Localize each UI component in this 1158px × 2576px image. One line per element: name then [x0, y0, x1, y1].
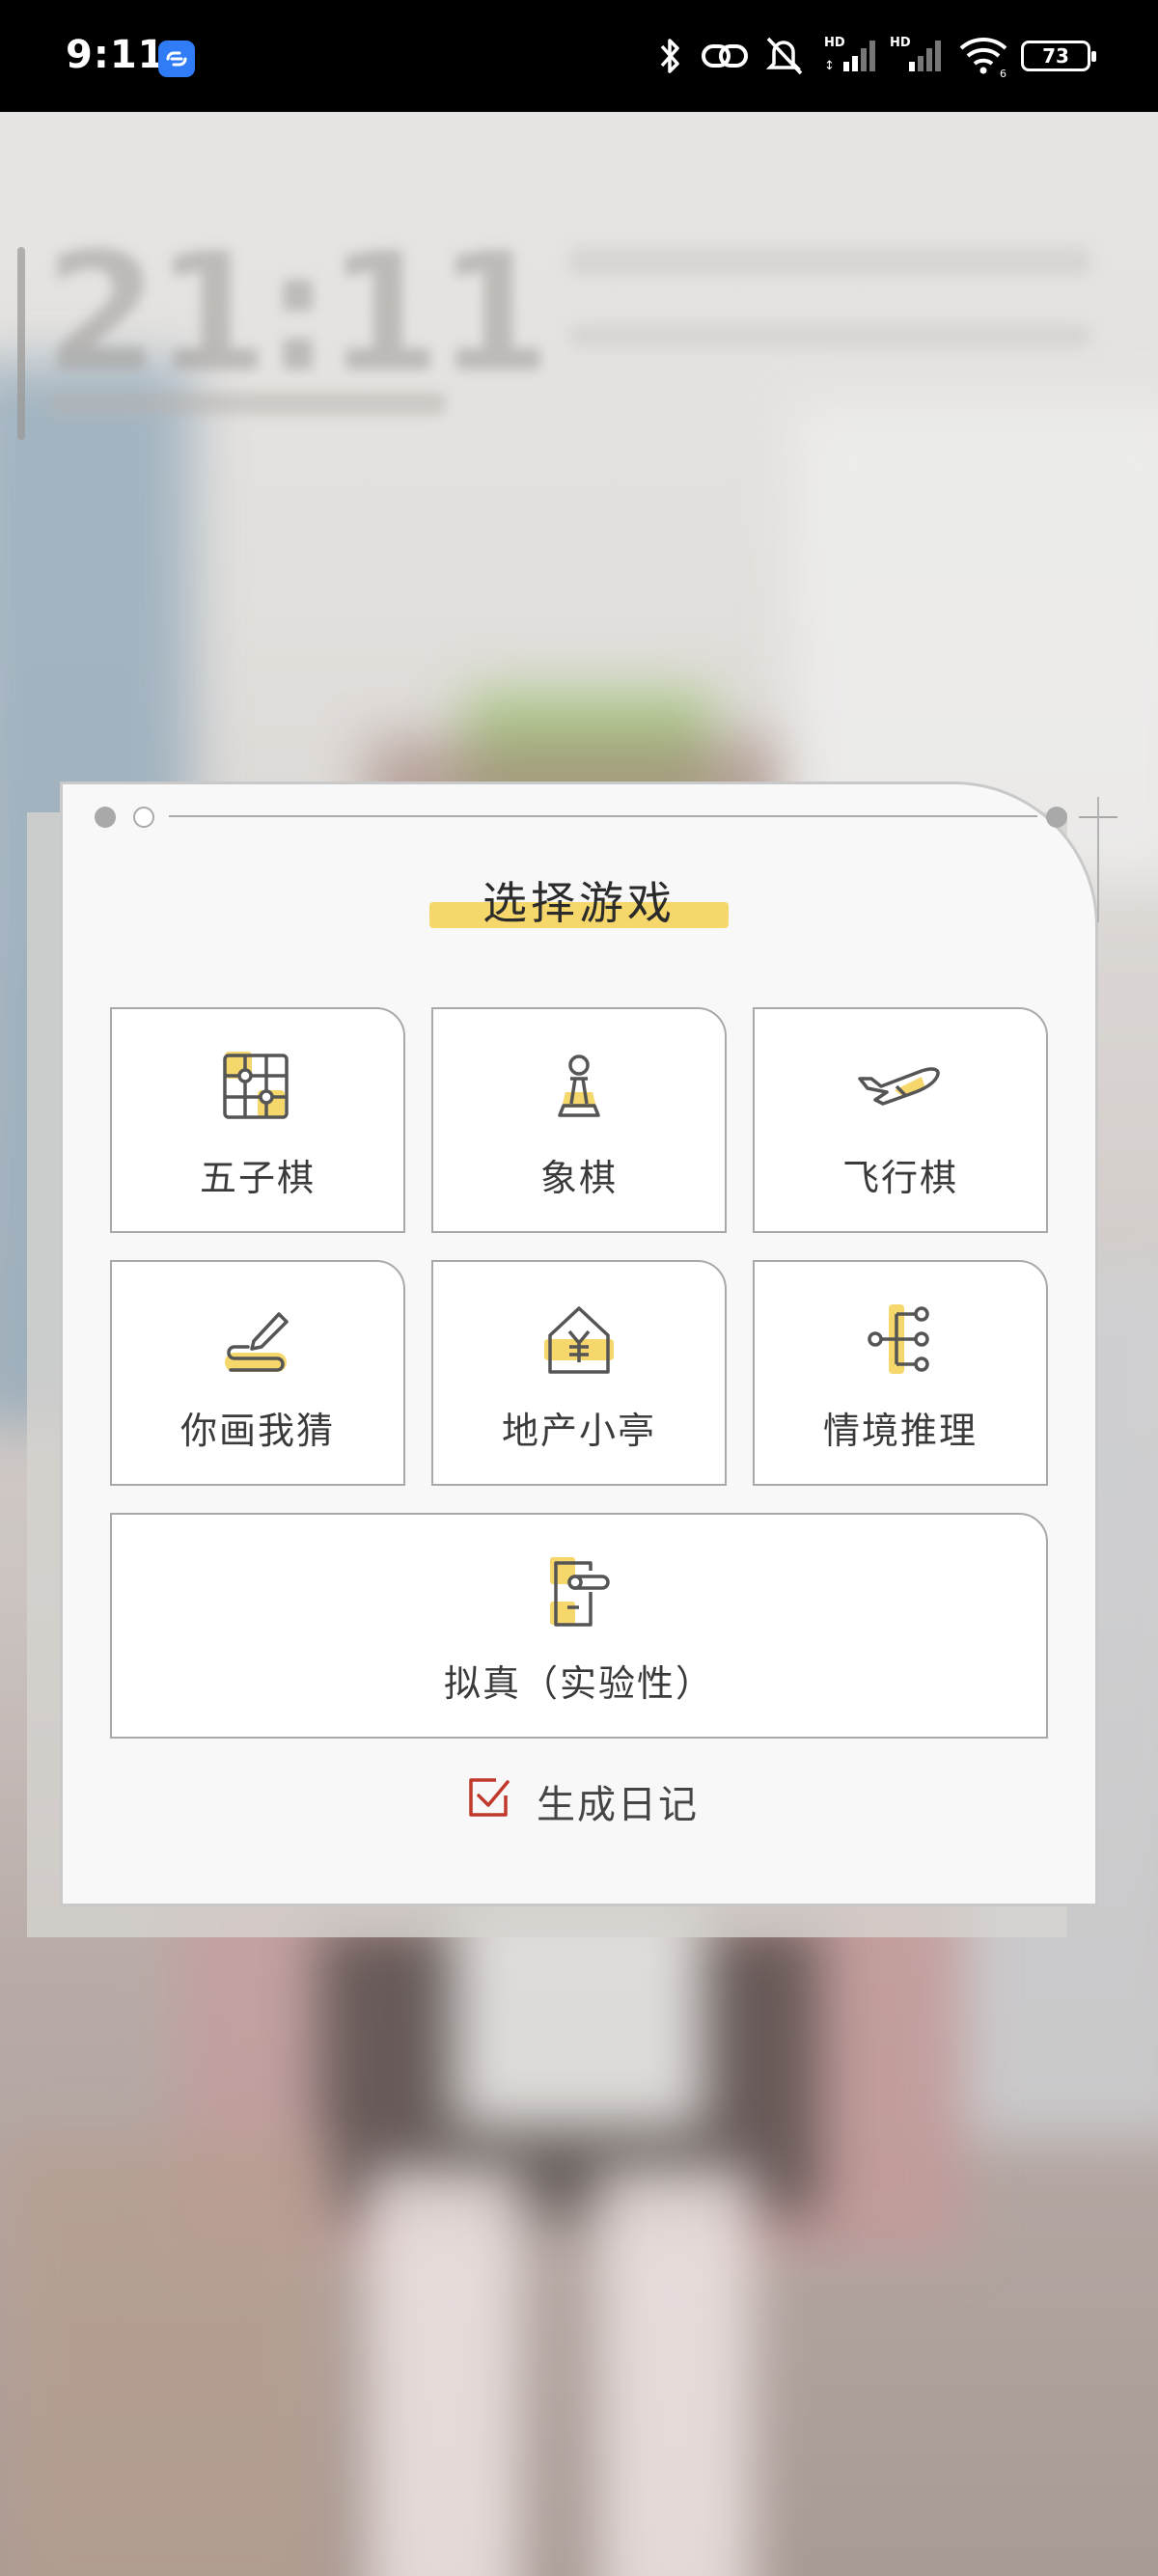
game-label: 地产小亭 — [501, 1410, 656, 1452]
dialog-title-wrap: 选择游戏 — [0, 868, 1158, 932]
airplane-icon — [858, 1067, 940, 1106]
battery-icon: 73 — [1021, 41, 1096, 71]
checkbox-checked-icon — [469, 1778, 510, 1817]
game-label: 飞行棋 — [841, 1157, 958, 1199]
game-label: 你画我猜 — [179, 1410, 335, 1452]
generate-diary-label: 生成日记 — [537, 1783, 699, 1827]
svg-text:HD: HD — [824, 36, 845, 50]
mute-icon — [765, 37, 803, 75]
game-label: 拟真（实验性） — [443, 1662, 714, 1705]
dialog-decor-dot — [133, 807, 154, 828]
bluetooth-icon — [660, 39, 679, 73]
game-tile-real-estate[interactable]: 地产小亭 — [431, 1260, 727, 1486]
game-tile-realistic-experimental[interactable]: 拟真（实验性） — [110, 1513, 1048, 1739]
svg-text:6: 6 — [1000, 68, 1006, 79]
door-icon — [550, 1557, 610, 1627]
status-icons: HD ↕ HD 6 73 — [656, 33, 1112, 79]
wifi-icon: 6 — [959, 38, 1007, 79]
status-bar: 9:11 HD ↕ HD 6 73 — [0, 0, 1158, 112]
background-date — [50, 392, 446, 415]
game-label: 五子棋 — [199, 1157, 316, 1199]
signal-hd-icon: HD — [890, 36, 941, 71]
pencil-draw-icon — [225, 1312, 289, 1372]
dialog-decor-dot — [1046, 807, 1067, 828]
chess-pawn-icon — [558, 1055, 600, 1117]
dialog-decor-dot — [95, 807, 116, 828]
dialog-decor-line — [169, 815, 1037, 817]
game-tile-ludo[interactable]: 飞行棋 — [753, 1007, 1048, 1233]
battery-level: 73 — [1042, 44, 1069, 68]
svg-text:HD: HD — [890, 36, 911, 50]
link-icon — [702, 44, 748, 68]
status-time: 9:11 — [66, 33, 166, 77]
game-label: 情境推理 — [822, 1410, 978, 1452]
game-tile-scenario-reasoning[interactable]: 情境推理 — [753, 1260, 1048, 1486]
game-tile-chess[interactable]: 象棋 — [431, 1007, 727, 1233]
dialog-title: 选择游戏 — [482, 877, 676, 929]
grid-board-icon — [223, 1052, 289, 1119]
background-scrollbar — [17, 247, 25, 440]
signal-hd-icon: HD ↕ — [824, 36, 875, 73]
background-clock: 21:11 — [44, 218, 551, 409]
game-tile-gomoku[interactable]: 五子棋 — [110, 1007, 405, 1233]
svg-text:↕: ↕ — [824, 59, 835, 73]
house-yen-icon — [544, 1306, 614, 1374]
game-label: 象棋 — [539, 1157, 618, 1199]
flow-tree-icon — [868, 1304, 929, 1374]
app-link-icon — [158, 41, 195, 77]
game-tile-draw-guess[interactable]: 你画我猜 — [110, 1260, 405, 1486]
